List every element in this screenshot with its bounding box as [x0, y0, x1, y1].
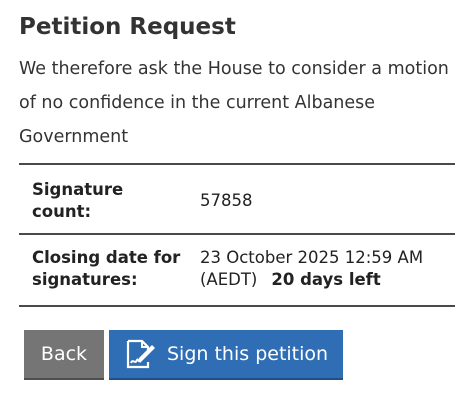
sign-petition-button[interactable]: Sign this petition [109, 330, 343, 378]
days-left-badge: 20 days left [271, 270, 381, 289]
page-title: Petition Request [19, 14, 236, 40]
closing-date-value-wrapper: 23 October 2025 12:59 AM (AEDT) 20 days l… [200, 247, 450, 291]
closing-date-label: Closing date for signatures: [32, 248, 181, 289]
signature-count-value: 57858 [200, 191, 253, 210]
back-button-label: Back [40, 343, 88, 365]
petition-description: We therefore ask the House to consider a… [19, 59, 449, 147]
closing-date-row: Closing date for signatures: 23 October … [19, 233, 455, 307]
back-button[interactable]: Back [24, 330, 104, 378]
signature-count-row: Signature count: 57858 [19, 163, 455, 235]
sign-document-icon [123, 338, 157, 370]
signature-count-label: Signature count: [32, 180, 124, 221]
sign-petition-label: Sign this petition [167, 343, 329, 365]
